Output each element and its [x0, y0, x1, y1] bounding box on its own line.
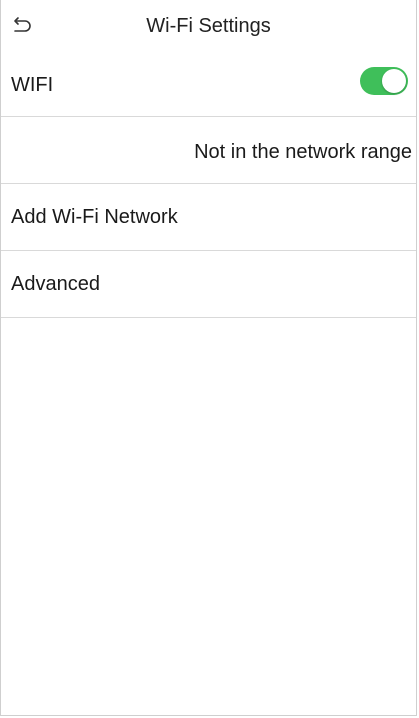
add-wifi-network-item[interactable]: Add Wi-Fi Network — [1, 184, 416, 251]
wifi-toggle-row: WIFI — [1, 52, 416, 117]
network-status-text: Not in the network range — [194, 141, 412, 163]
wifi-toggle-switch[interactable] — [360, 67, 408, 95]
advanced-label: Advanced — [11, 273, 100, 295]
network-status-row: Not in the network range — [1, 117, 416, 184]
add-wifi-network-label: Add Wi-Fi Network — [11, 206, 178, 228]
header-bar: Wi-Fi Settings — [1, 0, 416, 52]
toggle-knob — [382, 69, 406, 93]
wifi-settings-screen: Wi-Fi Settings WIFI Not in the network r… — [0, 0, 417, 716]
advanced-item[interactable]: Advanced — [1, 251, 416, 318]
page-title: Wi-Fi Settings — [146, 15, 271, 37]
wifi-label: WIFI — [11, 74, 54, 96]
